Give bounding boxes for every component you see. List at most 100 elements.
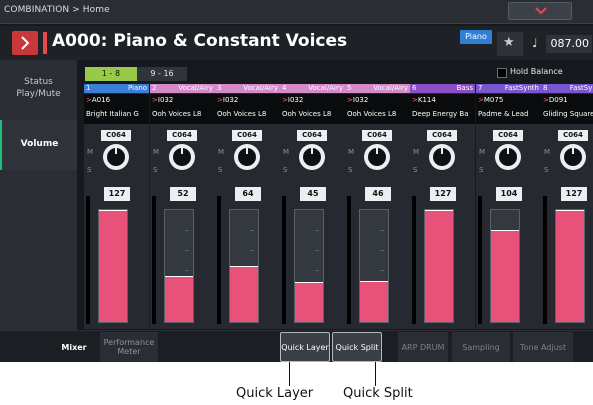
favorite-button[interactable]: ★ (497, 32, 523, 56)
volume-fader-level (425, 210, 453, 322)
callout-quick-layer: Quick Layer (236, 386, 314, 401)
sidebar: Status Play/Mute Volume (0, 60, 77, 330)
channel-category: Bass (456, 84, 473, 92)
volume-fader[interactable] (98, 209, 128, 323)
program-id: I032 (157, 96, 174, 104)
program-name: Deep Energy Ba (412, 110, 469, 118)
channel-category: Vocal/Airy (373, 84, 408, 92)
fader-tick (185, 250, 189, 251)
program-select-field[interactable]: >M075 Padme & Lead (476, 94, 541, 124)
pan-value[interactable]: C064 (232, 130, 262, 141)
tab-performance-meter[interactable]: Performance Meter (100, 332, 158, 362)
volume-value[interactable]: 45 (300, 187, 326, 201)
program-select-field[interactable]: >I032 Ooh Voices L8 (280, 94, 345, 124)
channel-number: 7 (478, 84, 483, 92)
tab-range-1-8[interactable]: 1 - 8 (85, 67, 137, 81)
volume-fader[interactable] (490, 209, 520, 323)
tab-tone-adjust[interactable]: Tone Adjust (513, 332, 573, 362)
mute-label: M (348, 148, 355, 156)
program-select-button[interactable] (12, 31, 38, 55)
pan-value[interactable]: C064 (101, 130, 131, 141)
quick-layer-button[interactable]: Quick Layer (280, 332, 330, 362)
volume-value[interactable]: 52 (170, 187, 196, 201)
chevron-right-icon (21, 36, 30, 50)
sidebar-item-status-play-mute[interactable]: Status Play/Mute (0, 76, 77, 100)
pan-value[interactable]: C064 (167, 130, 197, 141)
channel-strip: 5 Vocal/Airy >I032 Ooh Voices L8 C064 M S 46 (345, 84, 410, 329)
channel-number: 3 (217, 84, 222, 92)
pan-value[interactable]: C064 (362, 130, 392, 141)
channel-category: FastSynth (504, 84, 539, 92)
pan-knob[interactable] (169, 144, 195, 170)
pan-value[interactable]: C064 (297, 130, 327, 141)
breadcrumb: COMBINATION > Home (4, 5, 110, 15)
pan-knob[interactable] (364, 144, 390, 170)
volume-value[interactable]: 127 (104, 187, 130, 201)
tempo-field[interactable]: 087.00 (546, 35, 592, 53)
sidebar-item-label: Play/Mute (16, 89, 61, 99)
sidebar-item-volume[interactable]: Volume (0, 120, 77, 170)
level-meter (412, 196, 416, 324)
tab-arp-drum[interactable]: ARP DRUM (398, 332, 448, 362)
channel-strip: 1 Piano >A016 Bright Italian G C064 M S 127 (84, 84, 149, 329)
volume-fader[interactable] (359, 209, 389, 323)
sidebar-item-label: Status (24, 77, 53, 87)
pan-value[interactable]: C064 (558, 130, 588, 141)
tab-range-9-16[interactable]: 9 - 16 (137, 67, 187, 81)
channel-number: 6 (412, 84, 417, 92)
channel-strip: 7 FastSynth >M075 Padme & Lead C064 M S 104 (476, 84, 541, 329)
program-name: Ooh Voices L8 (152, 110, 202, 118)
program-name: Gliding Square (543, 110, 593, 118)
program-name: Ooh Voices L8 (282, 110, 332, 118)
mute-label: M (87, 148, 94, 156)
channel-strip: 3 Vocal/Airy >I032 Ooh Voices L8 C064 M S 64 (215, 84, 280, 329)
pan-knob[interactable] (234, 144, 260, 170)
program-number: >A016 (86, 96, 110, 104)
program-select-field[interactable]: >K114 Deep Energy Ba (410, 94, 475, 124)
hold-balance-checkbox[interactable] (497, 68, 507, 78)
level-meter (152, 196, 156, 324)
pan-knob[interactable] (560, 144, 586, 170)
volume-fader[interactable] (294, 209, 324, 323)
quick-split-button[interactable]: Quick Split (332, 332, 382, 362)
program-id: M075 (483, 96, 504, 104)
pan-knob[interactable] (495, 144, 521, 170)
pan-knob[interactable] (429, 144, 455, 170)
volume-fader[interactable] (424, 209, 454, 323)
program-id: I032 (287, 96, 304, 104)
program-select-field[interactable]: >I032 Ooh Voices L8 (150, 94, 215, 124)
knob-indicator (507, 145, 509, 154)
program-select-field[interactable]: >I032 Ooh Voices L8 (345, 94, 410, 124)
volume-fader-level (556, 210, 584, 322)
program-title[interactable]: A000: Piano & Constant Voices (52, 31, 347, 51)
volume-value[interactable]: 46 (365, 187, 391, 201)
channel-number: 5 (347, 84, 352, 92)
tab-mixer[interactable]: Mixer (48, 332, 100, 362)
volume-fader[interactable] (229, 209, 259, 323)
combination-home-screen: COMBINATION > Home A000: Piano & Constan… (0, 0, 593, 362)
volume-fader[interactable] (164, 209, 194, 323)
volume-fader[interactable] (555, 209, 585, 323)
program-id: I032 (222, 96, 239, 104)
channel-header: 5 Vocal/Airy (345, 84, 410, 93)
program-number: >M075 (478, 96, 503, 104)
program-name: Padme & Lead (478, 110, 529, 118)
channel-category: Vocal/Airy (178, 84, 213, 92)
pan-value[interactable]: C064 (427, 130, 457, 141)
volume-value[interactable]: 127 (430, 187, 456, 201)
program-select-field[interactable]: >A016 Bright Italian G (84, 94, 149, 124)
volume-value[interactable]: 64 (235, 187, 261, 201)
volume-fader-level (99, 210, 127, 322)
level-meter (86, 196, 90, 324)
pan-knob[interactable] (299, 144, 325, 170)
channel-header: 2 Vocal/Airy (150, 84, 215, 93)
tab-sampling[interactable]: Sampling (452, 332, 510, 362)
pan-value[interactable]: C064 (493, 130, 523, 141)
page-menu-button[interactable] (508, 2, 572, 20)
program-select-field[interactable]: >I032 Ooh Voices L8 (215, 94, 280, 124)
pan-knob[interactable] (103, 144, 129, 170)
program-select-field[interactable]: >D091 Gliding Square (541, 94, 593, 124)
volume-value[interactable]: 127 (561, 187, 587, 201)
program-number: >I032 (347, 96, 368, 104)
volume-value[interactable]: 104 (496, 187, 522, 201)
